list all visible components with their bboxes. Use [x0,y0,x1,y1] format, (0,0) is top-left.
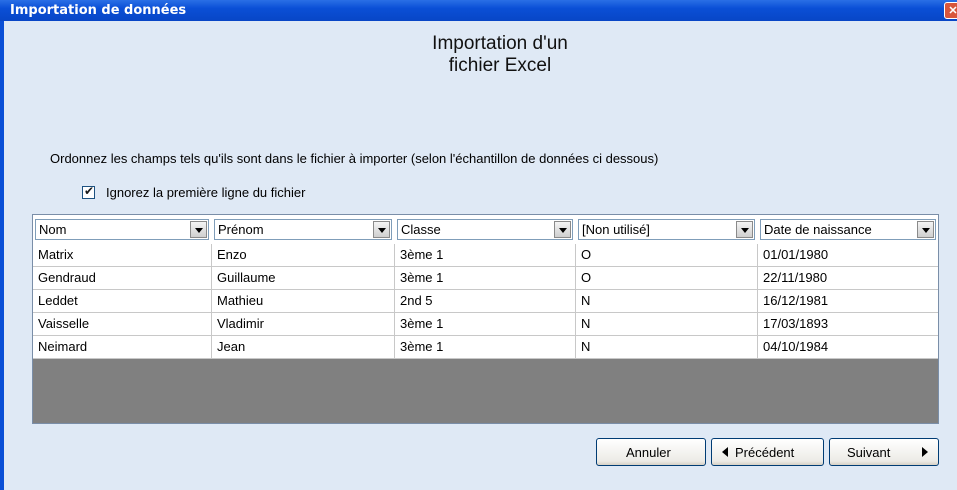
column-select-4[interactable]: Date de naissance [760,219,936,240]
table-cell: Neimard [33,336,212,358]
chevron-down-icon[interactable] [554,221,571,238]
arrow-right-icon [922,447,928,457]
table-cell: O [576,244,758,266]
table-cell: Jean [212,336,395,358]
next-button[interactable]: Suivant [829,438,939,466]
cancel-button-label: Annuler [626,445,671,460]
page-title: Importation d'un fichier Excel [300,33,700,77]
column-select-value: Classe [401,222,441,237]
column-select-value: Date de naissance [764,222,872,237]
chevron-down-icon[interactable] [373,221,390,238]
table-cell: Vaisselle [33,313,212,335]
table-row: Neimard Jean 3ème 1 N 04/10/1984 [33,336,938,359]
page-title-line-2: fichier Excel [448,55,552,76]
table-cell: Enzo [212,244,395,266]
cancel-button[interactable]: Annuler [596,438,706,466]
chevron-down-icon[interactable] [190,221,207,238]
ignore-first-line-label: Ignorez la première ligne du fichier [106,185,306,200]
table-cell: Mathieu [212,290,395,312]
data-grid: Nom Prénom Classe [Non utilisé] Date de … [32,214,939,424]
table-cell: 3ème 1 [395,336,576,358]
table-row: Vaisselle Vladimir 3ème 1 N 17/03/1893 [33,313,938,336]
table-row: Matrix Enzo 3ème 1 O 01/01/1980 [33,244,938,267]
window-title: Importation de données [10,3,187,18]
table-cell: N [576,290,758,312]
table-row: Gendraud Guillaume 3ème 1 O 22/11/1980 [33,267,938,290]
table-cell: 17/03/1893 [763,316,829,331]
instruction-text: Ordonnez les champs tels qu'ils sont dan… [50,151,659,166]
table-cell: 04/10/1984 [763,339,829,354]
column-select-1[interactable]: Prénom [214,219,392,240]
arrow-left-icon [722,447,728,457]
title-bar: Importation de données ✕ [0,0,957,21]
next-button-label: Suivant [847,445,891,460]
table-cell: Guillaume [212,267,395,289]
column-select-2[interactable]: Classe [397,219,573,240]
ignore-first-line-checkbox[interactable] [82,184,95,199]
close-button[interactable]: ✕ [944,2,957,19]
column-select-3[interactable]: [Non utilisé] [578,219,755,240]
close-icon: ✕ [948,5,957,17]
table-row: Leddet Mathieu 2nd 5 N 16/12/1981 [33,290,938,313]
table-cell: 2nd 5 [395,290,576,312]
table-cell: 16/12/1981 [763,293,829,308]
column-header-row: Nom Prénom Classe [Non utilisé] Date de … [33,215,938,244]
chevron-down-icon[interactable] [917,221,934,238]
table-cell: 3ème 1 [395,267,576,289]
table-cell: Matrix [33,244,212,266]
table-cell: Vladimir [212,313,395,335]
table-cell: 3ème 1 [395,313,576,335]
table-cell: N [576,336,758,358]
column-select-value: Prénom [218,222,264,237]
page-title-line-1: Importation d'un [432,33,568,54]
chevron-down-icon[interactable] [736,221,753,238]
table-cell: O [576,267,758,289]
table-cell: 01/01/1980 [763,247,829,262]
table-cell: N [576,313,758,335]
previous-button[interactable]: Précédent [711,438,824,466]
column-select-value: [Non utilisé] [582,222,650,237]
table-cell: Leddet [33,290,212,312]
table-cell: Gendraud [33,267,212,289]
table-cell: 22/11/1980 [763,270,828,285]
table-cell: 3ème 1 [395,244,576,266]
column-select-value: Nom [39,222,67,237]
previous-button-label: Précédent [735,445,795,460]
column-select-0[interactable]: Nom [35,219,209,240]
